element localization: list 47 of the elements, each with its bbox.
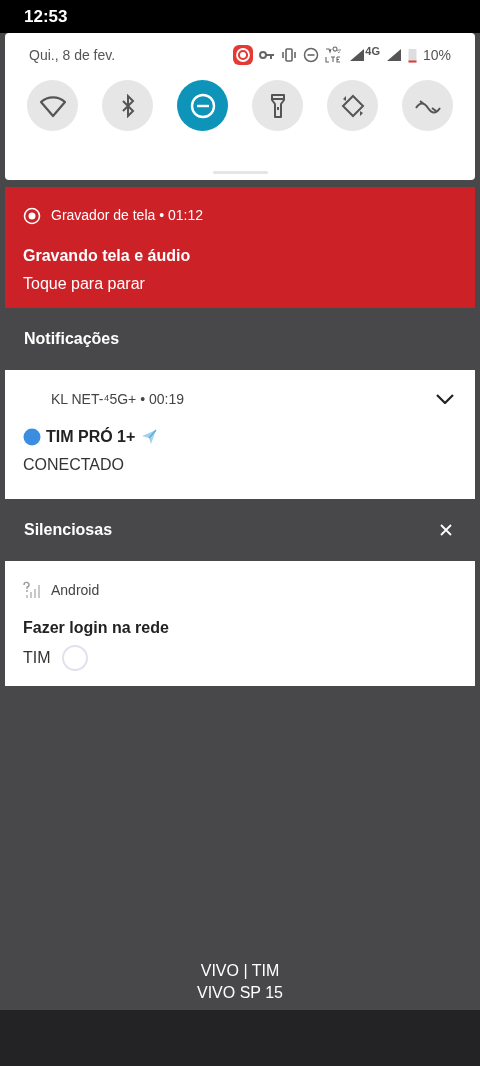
battery-percent: 10% xyxy=(422,45,451,65)
signal-icon xyxy=(349,48,366,62)
notification-text: TIM xyxy=(23,648,51,668)
notification-card[interactable]: Android Fazer login na rede TIM xyxy=(5,561,475,686)
circle-icon xyxy=(23,428,41,446)
screen-record-icon xyxy=(233,45,254,65)
clock: 12:53 xyxy=(24,5,68,28)
date: Qui., 8 de fev. xyxy=(29,45,116,65)
volte-icon xyxy=(325,46,344,64)
notification-title: TIM PRÓ 1+ xyxy=(46,426,136,447)
flashlight-icon xyxy=(269,92,286,119)
section-header: Silenciosas xyxy=(24,520,113,540)
data-saver-icon xyxy=(414,97,441,114)
notification-text: CONECTADO xyxy=(23,455,125,475)
notification-card[interactable]: KL NET-⁴5G+ • 00:19 TIM PRÓ 1+ CONECTADO xyxy=(5,370,475,499)
notification-title: Gravando tela e áudio xyxy=(23,246,192,266)
loading-spinner-icon xyxy=(60,644,89,672)
quick-setting-tile[interactable] xyxy=(252,80,303,131)
key-icon xyxy=(259,50,276,60)
app-name: Gravador de tela • 01:12 xyxy=(51,206,203,225)
no-signal-icon xyxy=(23,581,41,599)
quick-setting-tile[interactable] xyxy=(27,80,78,131)
record-icon xyxy=(23,206,41,225)
battery-icon xyxy=(407,47,417,63)
rotate-icon xyxy=(339,92,366,119)
section-header: Notificações xyxy=(24,329,120,349)
signal-icon xyxy=(385,48,402,62)
do-not-disturb-icon xyxy=(303,47,320,63)
chevron-down-icon xyxy=(436,394,454,404)
airplane-icon xyxy=(140,428,159,446)
quick-setting-tile[interactable] xyxy=(402,80,453,131)
bluetooth-icon xyxy=(119,93,136,118)
app-name: KL NET-⁴5G+ • 00:19 xyxy=(51,389,184,409)
recording-notification[interactable]: Gravador de tela • 01:12 Gravando tela e áudio Toque para parar xyxy=(5,187,475,308)
network-type: 4G xyxy=(365,43,380,59)
close-icon xyxy=(440,524,452,536)
quick-setting-tile[interactable] xyxy=(102,80,153,131)
do-not-disturb-icon xyxy=(189,92,216,119)
carrier-name: VIVO | TIM xyxy=(200,961,280,981)
notification-text: Toque para parar xyxy=(23,274,146,294)
app-name: Android xyxy=(51,580,100,600)
vibrate-icon xyxy=(281,48,298,62)
quick-setting-tile[interactable] xyxy=(177,80,228,131)
wifi-icon xyxy=(38,93,67,118)
quick-setting-tile[interactable] xyxy=(327,80,378,131)
notification-title: Fazer login na rede xyxy=(23,618,169,638)
carrier-name: VIVO SP 15 xyxy=(197,983,283,1003)
